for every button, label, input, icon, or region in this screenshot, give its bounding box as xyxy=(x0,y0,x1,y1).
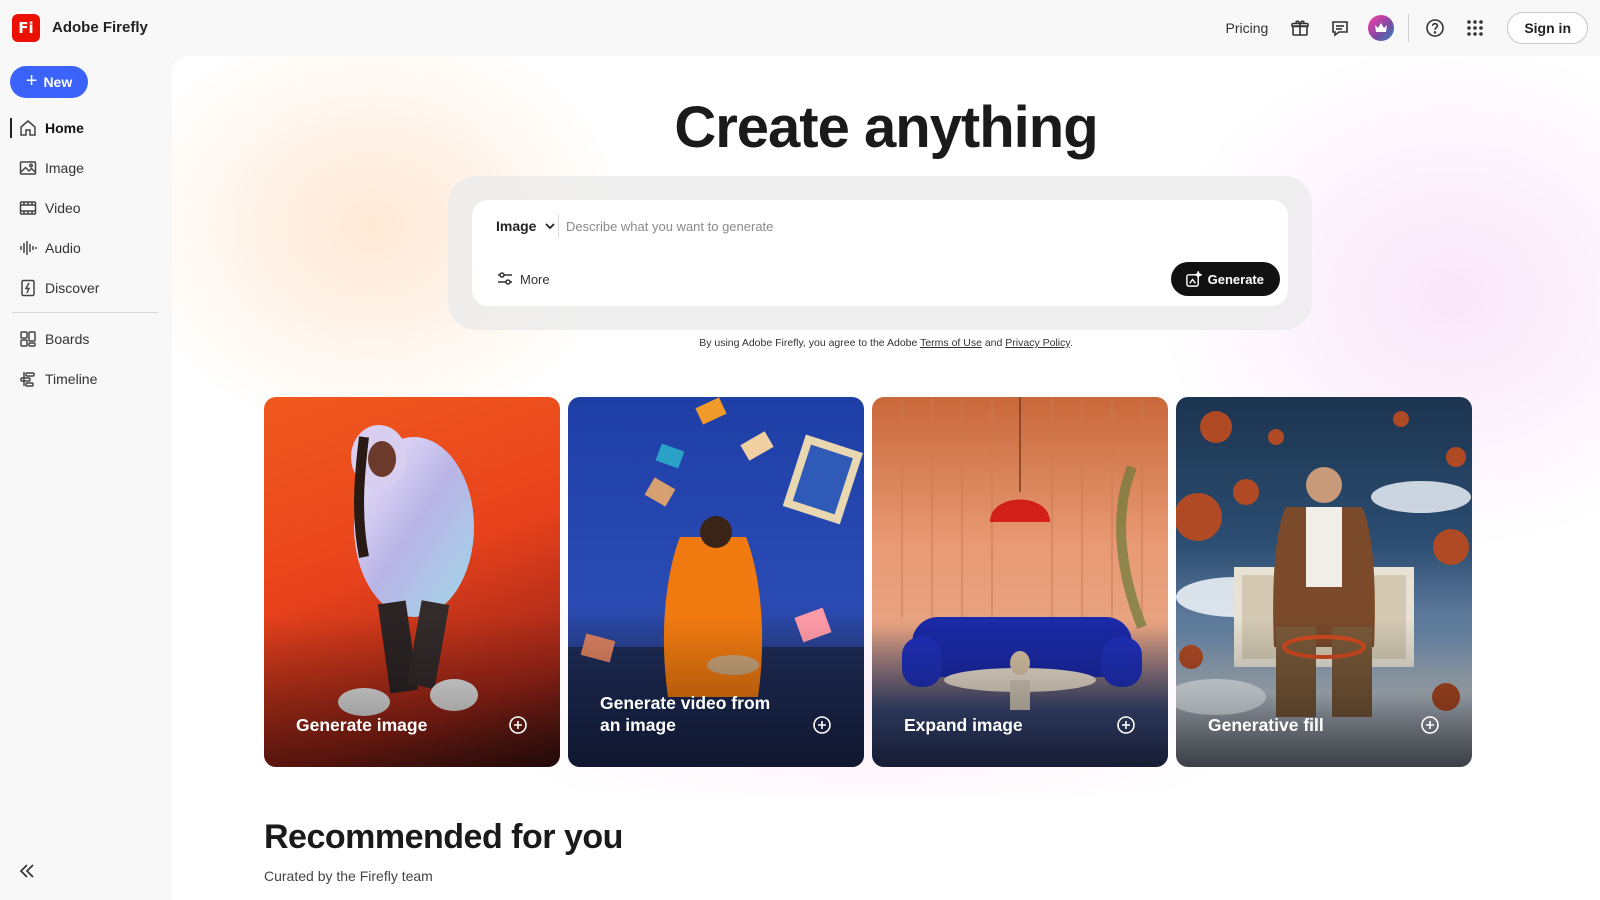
terms-of-use-link[interactable]: Terms of Use xyxy=(920,337,982,349)
sidebar-item-boards[interactable]: Boards xyxy=(10,319,160,359)
double-chevron-left-icon xyxy=(19,864,34,878)
top-right-actions: Pricing Sign in xyxy=(1226,12,1588,44)
home-icon xyxy=(20,120,36,136)
plus-circle-icon[interactable] xyxy=(812,715,832,735)
plus-circle-icon[interactable] xyxy=(1420,715,1440,735)
timeline-icon xyxy=(20,372,35,387)
apps-grid-icon[interactable] xyxy=(1461,14,1489,42)
page-title: Create anything xyxy=(674,95,1098,160)
plus-circle-icon[interactable] xyxy=(1116,715,1136,735)
more-label: More xyxy=(520,271,550,287)
card-title: Generate video from an image xyxy=(600,693,771,735)
generate-button[interactable]: Generate xyxy=(1170,262,1280,296)
terms-suffix: . xyxy=(1069,337,1073,349)
mode-divider xyxy=(558,214,559,238)
card-title: Generative fill xyxy=(1208,715,1324,735)
plus-circle-icon[interactable] xyxy=(508,715,528,735)
card-generate-video[interactable]: Generate video from an image xyxy=(568,397,864,767)
generate-sparkle-icon xyxy=(1185,270,1202,287)
terms-notice: By using Adobe Firefly, you agree to the… xyxy=(172,337,1600,349)
toolbar-divider xyxy=(1408,14,1410,42)
prompt-box: Image More Generate xyxy=(472,200,1288,306)
recommended-subtitle: Curated by the Firefly team xyxy=(264,868,433,884)
boards-icon xyxy=(20,331,36,347)
collapse-sidebar-button[interactable] xyxy=(18,862,38,882)
plus-icon: + xyxy=(25,70,38,92)
sidebar-item-label: Boards xyxy=(45,331,90,347)
chevron-down-icon xyxy=(545,223,556,230)
sidebar-item-home[interactable]: Home xyxy=(10,108,160,148)
discover-icon xyxy=(21,279,35,297)
sidebar-item-audio[interactable]: Audio xyxy=(10,228,160,268)
pricing-link[interactable]: Pricing xyxy=(1226,20,1269,36)
sidebar-item-label: Image xyxy=(45,160,84,176)
prompt-panel: Image More Generate xyxy=(448,176,1312,330)
card-title: Expand image xyxy=(904,715,1023,735)
main-content: Create anything Image More Generate By u… xyxy=(172,56,1600,900)
gift-icon[interactable] xyxy=(1286,14,1314,42)
card-expand-image[interactable]: Expand image xyxy=(872,397,1168,767)
generate-label: Generate xyxy=(1207,271,1264,287)
app-title[interactable]: Adobe Firefly xyxy=(52,19,148,36)
terms-and-text: and xyxy=(981,337,1006,349)
video-icon xyxy=(19,201,37,215)
image-icon xyxy=(19,161,37,175)
sign-in-button[interactable]: Sign in xyxy=(1507,12,1588,44)
sidebar-nav: Home Image Video Audio Discover Boards T… xyxy=(10,108,160,399)
card-overlay xyxy=(872,617,1168,767)
mode-label: Image xyxy=(496,218,537,234)
audio-icon xyxy=(20,241,37,255)
sidebar-divider xyxy=(12,312,158,313)
new-button[interactable]: + New xyxy=(10,66,88,98)
feature-cards: Generate image Generate video from an im… xyxy=(264,397,1472,767)
help-icon[interactable] xyxy=(1421,14,1449,42)
card-title: Generate image xyxy=(296,715,428,735)
recommended-title: Recommended for you xyxy=(264,818,623,856)
prompt-input[interactable] xyxy=(566,214,1166,238)
sidebar-item-label: Home xyxy=(45,120,84,136)
sidebar-item-label: Discover xyxy=(45,280,100,296)
premium-crown-icon[interactable] xyxy=(1368,15,1395,41)
privacy-policy-link[interactable]: Privacy Policy xyxy=(1005,337,1070,349)
card-generate-image[interactable]: Generate image xyxy=(264,397,560,767)
sidebar-item-label: Timeline xyxy=(45,371,98,387)
sidebar: + New Home Image Video Audio Discover Bo… xyxy=(0,56,170,900)
sidebar-item-discover[interactable]: Discover xyxy=(10,268,160,308)
sidebar-item-label: Audio xyxy=(45,240,81,256)
card-overlay xyxy=(1176,617,1472,767)
top-bar: Fi Adobe Firefly Pricing Sign in xyxy=(0,0,1600,56)
chat-icon[interactable] xyxy=(1326,14,1354,42)
sidebar-item-video[interactable]: Video xyxy=(10,188,160,228)
sidebar-item-timeline[interactable]: Timeline xyxy=(10,359,160,399)
sliders-icon xyxy=(498,272,512,285)
generation-mode-dropdown[interactable]: Image xyxy=(496,218,556,234)
terms-text: By using Adobe Firefly, you agree to the… xyxy=(699,337,921,349)
card-generative-fill[interactable]: Generative fill xyxy=(1176,397,1472,767)
sidebar-item-image[interactable]: Image xyxy=(10,148,160,188)
sidebar-item-label: Video xyxy=(45,200,81,216)
more-options-button[interactable]: More xyxy=(496,270,550,288)
adobe-firefly-logo[interactable]: Fi xyxy=(12,14,40,42)
card-overlay xyxy=(264,617,560,767)
new-button-label: New xyxy=(43,74,73,90)
